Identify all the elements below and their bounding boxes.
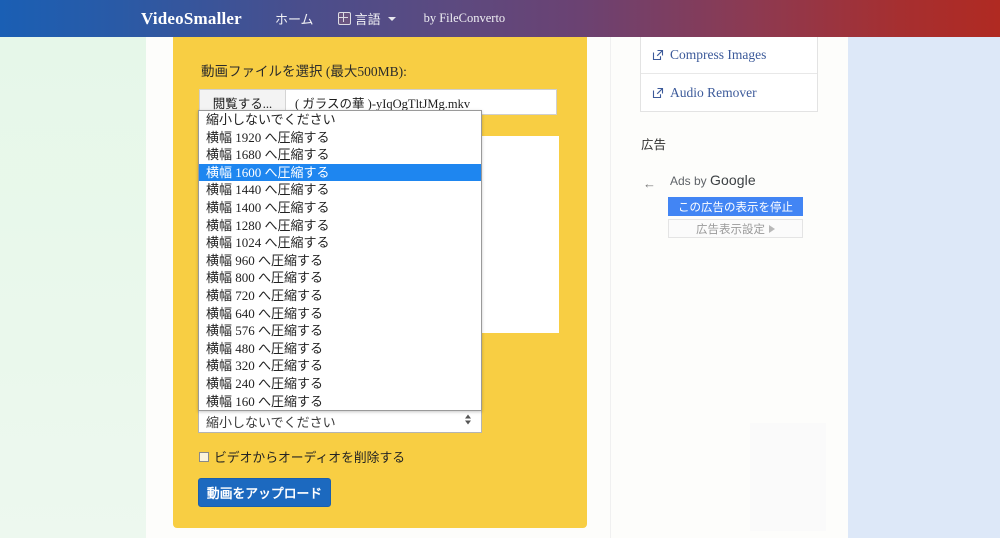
dropdown-option[interactable]: 横幅 1024 へ圧縮する — [199, 234, 481, 252]
globe-icon — [337, 12, 351, 25]
back-arrow-icon[interactable]: ← — [643, 176, 656, 192]
dropdown-option[interactable]: 横幅 1400 へ圧縮する — [199, 199, 481, 217]
ad-settings-label: 広告表示設定 — [696, 223, 765, 236]
remove-audio-checkbox[interactable] — [199, 451, 209, 462]
ads-by-text: Ads by — [670, 174, 711, 188]
dropdown-option[interactable]: 横幅 1280 へ圧縮する — [199, 217, 481, 235]
dropdown-option[interactable]: 横幅 1680 へ圧縮する — [199, 146, 481, 164]
resize-dropdown-list[interactable]: 縮小しないでください 横幅 1920 へ圧縮する 横幅 1680 へ圧縮する 横幅 1… — [198, 110, 482, 412]
select-stepper-arrows-icon — [465, 414, 472, 428]
dropdown-option[interactable]: 横幅 480 へ圧縮する — [199, 340, 481, 358]
selected-file-name: ( ガラスの華 )-yIqOgTltJMg.mkv — [295, 96, 471, 111]
tool-link-compress-images[interactable]: Compress Images — [641, 37, 817, 74]
file-select-label: 動画ファイルを選択 (最大500MB): — [201, 64, 407, 79]
nav-item-home[interactable]: ホーム — [275, 9, 314, 28]
dropdown-option[interactable]: 横幅 1600 へ圧縮する — [199, 163, 481, 182]
nav-item-language[interactable]: 言語 — [337, 9, 396, 28]
side-ad-placeholder — [482, 136, 559, 333]
google-ad-unit: ← Ads by Google この広告の表示を停止 広告表示設定 — [640, 166, 826, 238]
tool-link-label: Compress Images — [670, 47, 767, 62]
dropdown-option[interactable]: 横幅 240 へ圧縮する — [199, 375, 481, 393]
left-background-panel — [0, 37, 146, 538]
ads-by-google-label: Ads by Google — [670, 172, 756, 188]
content-divider — [610, 37, 611, 538]
dropdown-option[interactable]: 横幅 576 へ圧縮する — [199, 322, 481, 340]
tool-link-label: Audio Remover — [670, 84, 757, 100]
dropdown-option[interactable]: 横幅 800 へ圧縮する — [199, 269, 481, 287]
google-wordmark: Google — [710, 172, 756, 188]
remove-audio-row[interactable]: ビデオからオーディオを削除する — [199, 447, 405, 466]
play-triangle-icon — [769, 224, 775, 233]
dropdown-option[interactable]: 横幅 320 へ圧縮する — [199, 357, 481, 375]
right-background-panel — [848, 37, 1000, 538]
dropdown-option[interactable]: 横幅 1440 へ圧縮する — [199, 181, 481, 199]
ad-settings-button[interactable]: 広告表示設定 — [668, 219, 803, 238]
site-brand[interactable]: VideoSmaller — [141, 9, 242, 29]
ads-section-label: 広告 — [641, 138, 667, 152]
resize-select-value: 縮小しないでください — [206, 414, 336, 430]
dropdown-option[interactable]: 横幅 960 へ圧縮する — [199, 252, 481, 270]
chevron-down-icon — [387, 16, 396, 21]
dropdown-option[interactable]: 横幅 160 へ圧縮する — [199, 393, 481, 411]
decorative-block — [750, 423, 826, 531]
remove-audio-label: ビデオからオーディオを削除する — [214, 451, 406, 465]
upload-video-button[interactable]: 動画をアップロード — [198, 478, 331, 507]
dropdown-option[interactable]: 縮小しないでください — [199, 111, 481, 129]
external-link-icon — [652, 49, 664, 61]
stop-ad-button[interactable]: この広告の表示を停止 — [668, 197, 803, 216]
nav-byline-label: by FileConverto — [423, 11, 506, 25]
dropdown-option[interactable]: 横幅 640 へ圧縮する — [199, 305, 481, 323]
nav-home-label: ホーム — [274, 12, 314, 27]
page-root: VideoSmaller ホーム 言語 by FileConverto 動画ファ… — [0, 0, 1000, 538]
tool-links-list: Compress Images Audio Remover — [640, 37, 818, 112]
tool-link-audio-remover[interactable]: Audio Remover — [641, 74, 817, 111]
top-navbar: VideoSmaller ホーム 言語 by FileConverto — [0, 0, 1000, 37]
dropdown-option[interactable]: 横幅 1920 へ圧縮する — [199, 129, 481, 147]
nav-language-label: 言語 — [354, 12, 381, 27]
external-link-icon — [652, 87, 664, 99]
resize-select[interactable]: 縮小しないでください — [198, 409, 482, 433]
nav-item-byline[interactable]: by FileConverto — [424, 11, 506, 26]
dropdown-option[interactable]: 横幅 720 へ圧縮する — [199, 287, 481, 305]
